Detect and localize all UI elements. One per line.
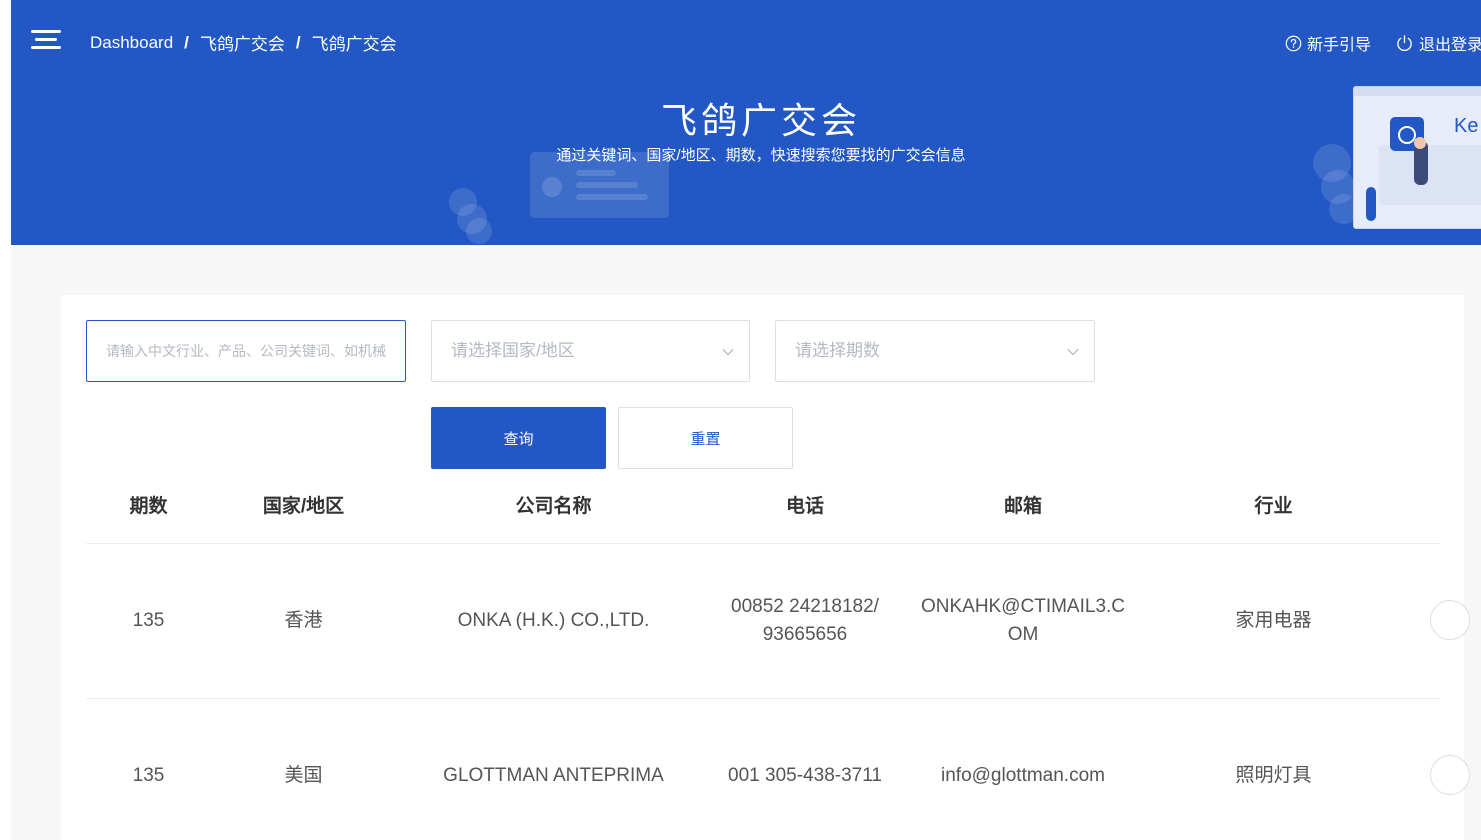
breadcrumb-current: 飞鸽广交会 — [311, 35, 397, 54]
cell-period: 135 — [132, 610, 165, 631]
breadcrumb-canton-fair[interactable]: 飞鸽广交会 — [200, 30, 285, 55]
header-company: 公司名称 — [515, 496, 592, 517]
guide-label: 新手引导 — [1307, 37, 1372, 54]
cell-country: 香港 — [284, 610, 323, 631]
power-icon — [1397, 34, 1412, 51]
top-bar: Dashboard / 飞鸽广交会 / 飞鸽广交会 新手引导 退出登录 — [11, 0, 1481, 80]
header-industry: 行业 — [1254, 496, 1293, 517]
header-period: 期数 — [129, 496, 168, 517]
logout-label: 退出登录 — [1419, 37, 1481, 54]
results-table: 期数 国家/地区 公司名称 电话 邮箱 行业 135 香港 ONKA (H.K.… — [86, 470, 1470, 840]
breadcrumb-separator: / — [184, 32, 189, 52]
cell-industry: 照明灯具 — [1235, 765, 1312, 786]
keyword-placeholder: 请输入中文行业、产品、公司关键词、如机械 — [106, 343, 386, 359]
header-phone: 电话 — [785, 496, 824, 517]
header-email: 邮箱 — [1003, 496, 1042, 517]
page-title: 飞鸽广交会 — [660, 100, 861, 141]
cell-phone: 001 305-438-3711 — [728, 765, 882, 786]
table-row: 135 香港 ONKA (H.K.) CO.,LTD. 00852 242181… — [86, 544, 1470, 699]
table-row: 135 美国 GLOTTMAN ANTEPRIMA 001 305-438-37… — [86, 699, 1470, 840]
chevron-down-icon — [722, 349, 734, 356]
reset-button[interactable]: 重置 — [618, 407, 793, 469]
row-action-button[interactable] — [1430, 600, 1470, 640]
period-select[interactable]: 请选择期数 — [775, 320, 1095, 382]
country-placeholder: 请选择国家/地区 — [451, 341, 575, 360]
banner: Dashboard / 飞鸽广交会 / 飞鸽广交会 新手引导 退出登录 Ke 飞… — [11, 0, 1481, 245]
period-placeholder: 请选择期数 — [795, 341, 880, 360]
chevron-down-icon — [1067, 349, 1079, 356]
cell-phone: 00852 24218182/ 93665656 — [731, 596, 879, 645]
country-select[interactable]: 请选择国家/地区 — [431, 320, 750, 382]
cell-country: 美国 — [284, 765, 323, 786]
decorative-bubble — [466, 218, 492, 244]
table-header: 期数 国家/地区 公司名称 电话 邮箱 行业 — [86, 470, 1441, 544]
cell-industry: 家用电器 — [1235, 610, 1312, 631]
search-card: 请输入中文行业、产品、公司关键词、如机械 请选择国家/地区 请选择期数 查询 重… — [61, 295, 1470, 840]
query-button[interactable]: 查询 — [431, 407, 606, 469]
header-country: 国家/地区 — [262, 496, 345, 517]
question-circle-icon — [1285, 35, 1302, 51]
top-actions: 新手引导 退出登录 — [1285, 31, 1481, 55]
cell-email: info@glottman.com — [941, 765, 1105, 786]
cell-company: GLOTTMAN ANTEPRIMA — [443, 765, 664, 786]
page-subtitle: 通过关键词、国家/地区、期数，快速搜索您要找的广交会信息 — [556, 147, 966, 164]
cell-company: ONKA (H.K.) CO.,LTD. — [457, 610, 650, 631]
row-action-button[interactable] — [1430, 755, 1470, 795]
guide-button[interactable]: 新手引导 — [1285, 31, 1371, 55]
breadcrumb-dashboard[interactable]: Dashboard — [90, 33, 173, 53]
page: Dashboard / 飞鸽广交会 / 飞鸽广交会 新手引导 退出登录 Ke 飞… — [11, 0, 1481, 840]
breadcrumb: Dashboard / 飞鸽广交会 / 飞鸽广交会 — [90, 30, 397, 55]
logout-button[interactable]: 退出登录 — [1395, 31, 1481, 55]
cell-period: 135 — [132, 765, 165, 786]
breadcrumb-separator: / — [295, 32, 301, 52]
cell-email: ONKAHK@CTIMAIL3.COM — [920, 596, 1126, 645]
keyword-input[interactable]: 请输入中文行业、产品、公司关键词、如机械 — [86, 320, 406, 382]
menu-icon[interactable] — [31, 30, 61, 50]
